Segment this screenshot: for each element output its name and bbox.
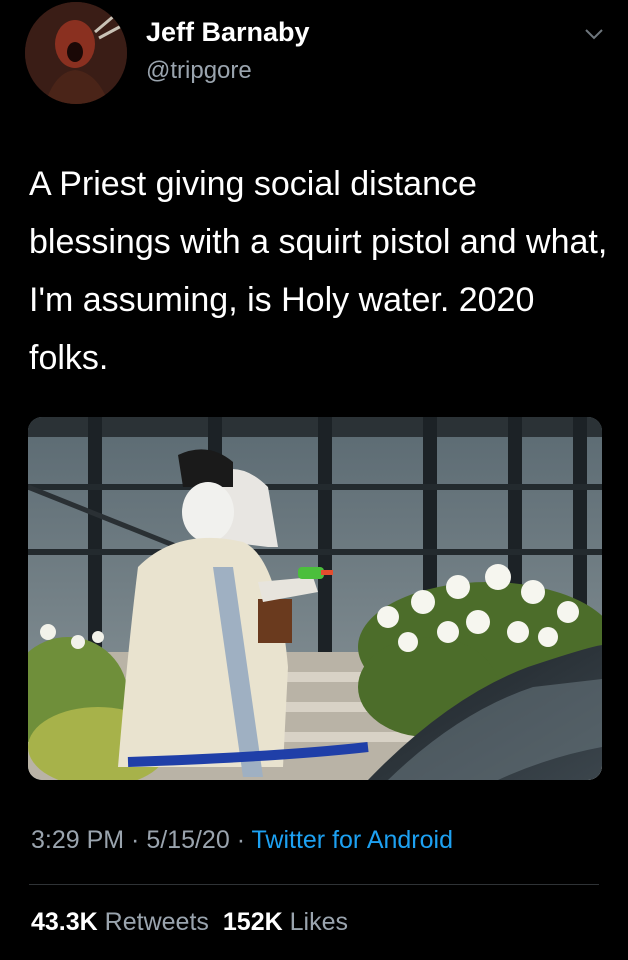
- tweet-text: A Priest giving social distance blessing…: [29, 165, 608, 377]
- avatar-image: [25, 2, 127, 104]
- tweet-client-link[interactable]: Twitter for Android: [252, 826, 453, 854]
- tweet-time[interactable]: 3:29 PM: [31, 826, 124, 854]
- meta-separator: ·: [229, 826, 252, 854]
- likes-stat[interactable]: 152K Likes: [223, 908, 348, 936]
- tweet-photo: [28, 417, 602, 780]
- divider: [29, 884, 599, 885]
- likes-label: Likes: [289, 908, 348, 936]
- tweet-date[interactable]: 5/15/20: [146, 826, 229, 854]
- tweet-media[interactable]: [28, 417, 602, 780]
- user-handle[interactable]: @tripgore: [146, 57, 252, 85]
- meta-separator: ·: [124, 826, 147, 854]
- retweets-label: Retweets: [104, 908, 209, 936]
- display-name[interactable]: Jeff Barnaby: [146, 17, 310, 48]
- retweets-stat[interactable]: 43.3K Retweets: [31, 908, 209, 936]
- chevron-down-icon[interactable]: [582, 25, 606, 43]
- likes-count: 152K: [222, 908, 283, 936]
- retweets-count: 43.3K: [31, 908, 98, 936]
- tweet-stats: 43.3K Retweets 152K Likes: [31, 908, 348, 937]
- avatar[interactable]: [25, 2, 127, 104]
- tweet-meta: 3:29 PM · 5/15/20 · Twitter for Android: [31, 826, 453, 855]
